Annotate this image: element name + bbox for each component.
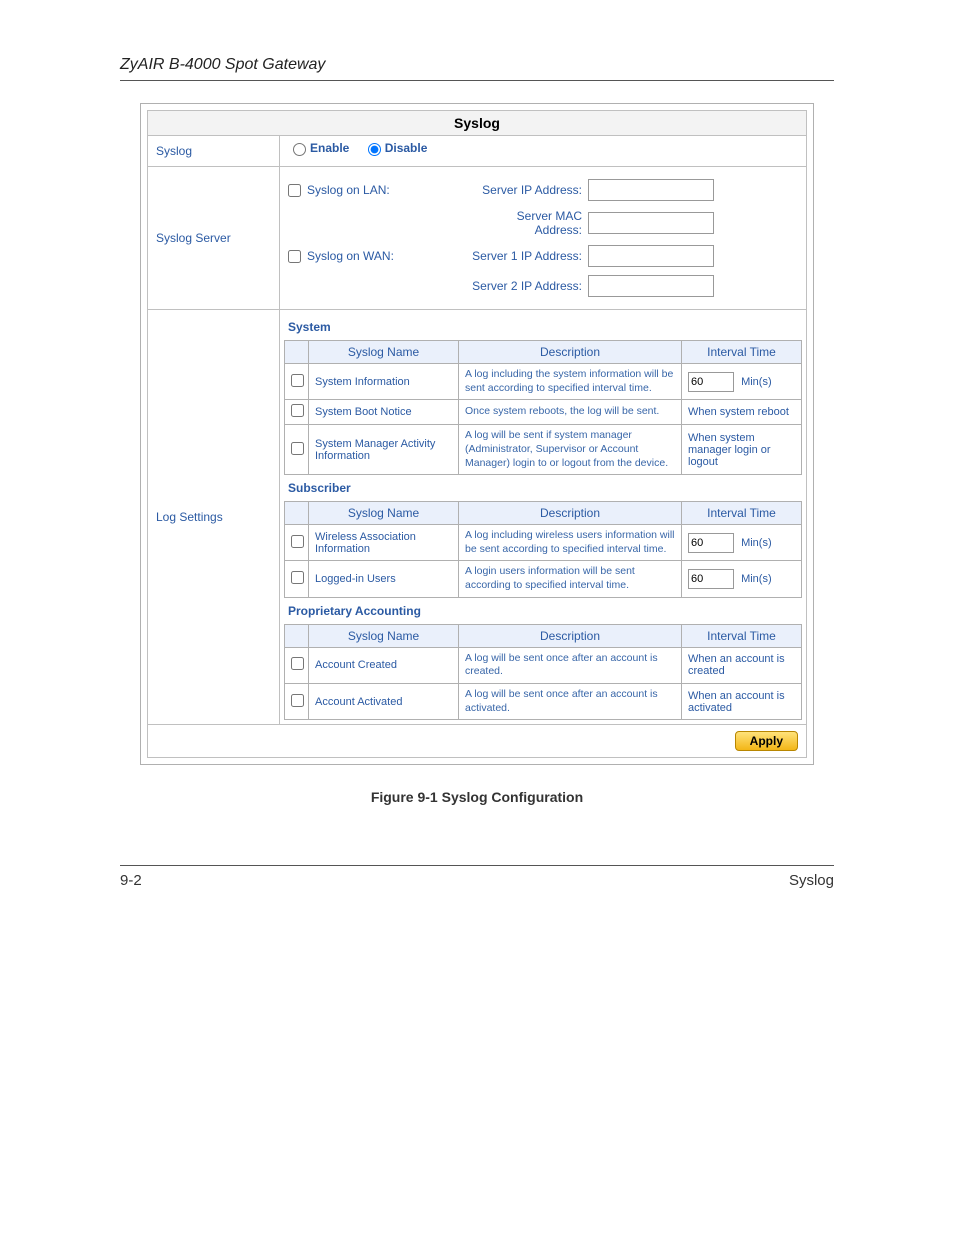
syslog-lan-checkbox[interactable] (288, 184, 301, 197)
log-interval-cell: When system manager login or logout (682, 425, 802, 475)
syslog-server-row-label: Syslog Server (147, 167, 280, 310)
logged-in-interval-input[interactable] (688, 569, 734, 589)
table-row: Logged-in Users A login users informatio… (285, 561, 802, 597)
syslog-disable-radio[interactable] (368, 143, 381, 156)
table-row: System Information A log including the s… (285, 364, 802, 400)
log-settings-row-label: Log Settings (147, 310, 280, 725)
document-header: ZyAIR B-4000 Spot Gateway (120, 56, 834, 81)
syslog-enable-radio[interactable] (293, 143, 306, 156)
min-unit: Min(s) (741, 537, 772, 549)
server-mac-field[interactable] (588, 212, 714, 234)
disable-label: Disable (385, 141, 428, 155)
min-unit: Min(s) (741, 376, 772, 388)
table-row: Account Activated A log will be sent onc… (285, 684, 802, 720)
log-desc-cell: A log including wireless users informati… (459, 525, 682, 561)
server1-ip-label: Server 1 IP Address: (468, 249, 588, 263)
log-name-cell: Account Activated (309, 684, 459, 720)
log-desc-cell: A log including the system information w… (459, 364, 682, 400)
th-interval: Interval Time (682, 502, 802, 525)
system-info-interval-input[interactable] (688, 372, 734, 392)
apply-button[interactable]: Apply (735, 731, 798, 751)
th-interval: Interval Time (682, 624, 802, 647)
system-section-title: System (284, 314, 802, 340)
syslog-row-label: Syslog (147, 136, 280, 167)
log-desc-cell: A log will be sent if system manager (Ad… (459, 425, 682, 475)
log-name-cell: Wireless Association Information (309, 525, 459, 561)
system-info-checkbox[interactable] (291, 374, 304, 387)
th-desc: Description (459, 502, 682, 525)
system-boot-checkbox[interactable] (291, 404, 304, 417)
th-interval: Interval Time (682, 341, 802, 364)
system-mgr-checkbox[interactable] (291, 442, 304, 455)
page-number: 9-2 (120, 872, 142, 889)
subscriber-section-title: Subscriber (284, 475, 802, 501)
syslog-lan-label: Syslog on LAN: (307, 183, 390, 197)
account-activated-checkbox[interactable] (291, 694, 304, 707)
th-desc: Description (459, 341, 682, 364)
log-desc-cell: A log will be sent once after an account… (459, 647, 682, 683)
log-name-cell: System Information (309, 364, 459, 400)
account-created-checkbox[interactable] (291, 657, 304, 670)
accounting-log-table: Syslog Name Description Interval Time Ac… (284, 624, 802, 721)
log-name-cell: System Manager Activity Information (309, 425, 459, 475)
enable-label: Enable (310, 141, 349, 155)
log-name-cell: Logged-in Users (309, 561, 459, 597)
th-name: Syslog Name (309, 624, 459, 647)
log-desc-cell: Once system reboots, the log will be sen… (459, 400, 682, 425)
subscriber-log-table: Syslog Name Description Interval Time Wi… (284, 501, 802, 598)
syslog-wan-checkbox[interactable] (288, 250, 301, 263)
log-name-cell: Account Created (309, 647, 459, 683)
server1-ip-field[interactable] (588, 245, 714, 267)
logged-in-checkbox[interactable] (291, 571, 304, 584)
log-interval-cell: When an account is created (682, 647, 802, 683)
server2-ip-field[interactable] (588, 275, 714, 297)
document-footer: 9-2 Syslog (120, 865, 834, 889)
th-desc: Description (459, 624, 682, 647)
wireless-interval-input[interactable] (688, 533, 734, 553)
th-name: Syslog Name (309, 341, 459, 364)
log-desc-cell: A login users information will be sent a… (459, 561, 682, 597)
accounting-section-title: Proprietary Accounting (284, 598, 802, 624)
server-ip-label: Server IP Address: (468, 183, 588, 197)
log-interval-cell: When system reboot (682, 400, 802, 425)
server-mac-label: Server MAC Address: (468, 209, 588, 237)
system-log-table: Syslog Name Description Interval Time Sy… (284, 340, 802, 475)
syslog-config-panel: Syslog Syslog Enable Disable Syslog Serv… (140, 103, 814, 765)
table-row: Account Created A log will be sent once … (285, 647, 802, 683)
log-name-cell: System Boot Notice (309, 400, 459, 425)
table-row: System Manager Activity Information A lo… (285, 425, 802, 475)
panel-title: Syslog (147, 110, 807, 136)
server2-ip-label: Server 2 IP Address: (468, 279, 588, 293)
server-ip-field[interactable] (588, 179, 714, 201)
footer-right: Syslog (789, 872, 834, 889)
figure-caption: Figure 9-1 Syslog Configuration (120, 789, 834, 805)
table-row: System Boot Notice Once system reboots, … (285, 400, 802, 425)
log-desc-cell: A log will be sent once after an account… (459, 684, 682, 720)
th-name: Syslog Name (309, 502, 459, 525)
table-row: Wireless Association Information A log i… (285, 525, 802, 561)
min-unit: Min(s) (741, 573, 772, 585)
syslog-wan-label: Syslog on WAN: (307, 249, 394, 263)
log-interval-cell: When an account is activated (682, 684, 802, 720)
wireless-assoc-checkbox[interactable] (291, 535, 304, 548)
